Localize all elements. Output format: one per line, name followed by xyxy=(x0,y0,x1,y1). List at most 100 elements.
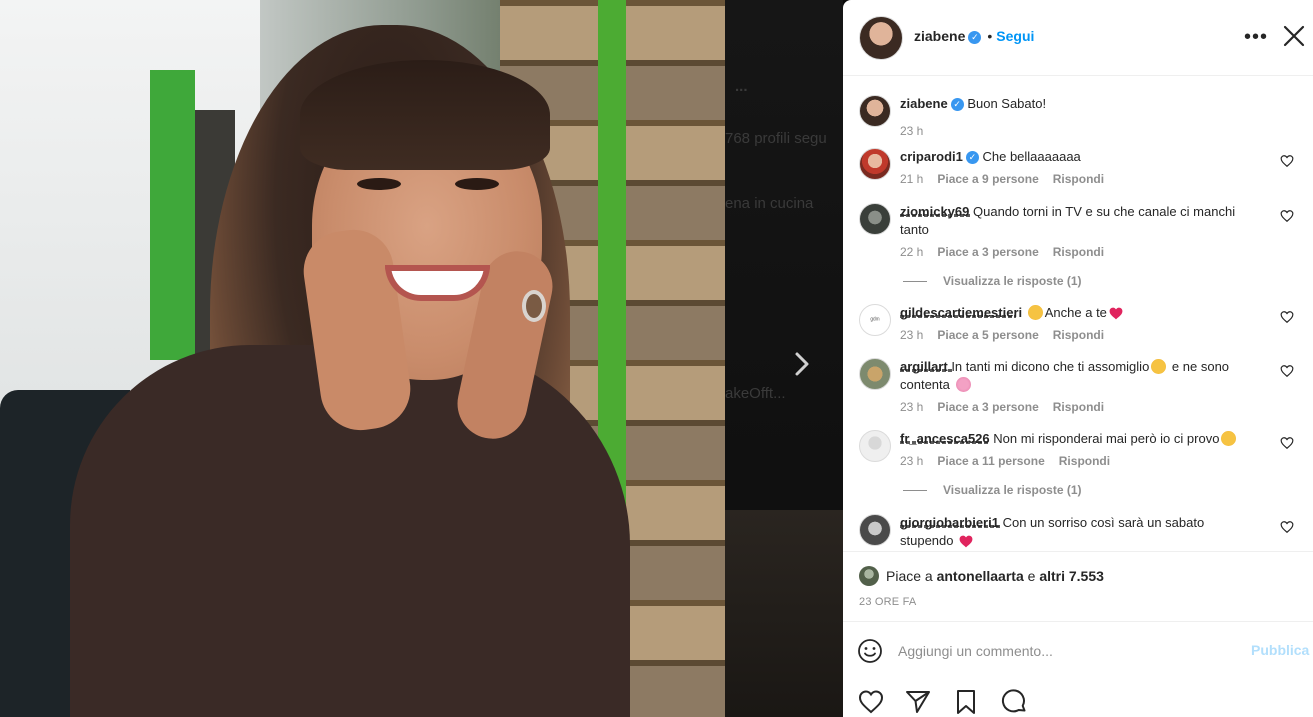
caption-avatar[interactable] xyxy=(859,95,891,127)
speech-bubble-icon[interactable] xyxy=(1000,688,1028,716)
comment-like-heart-icon[interactable] xyxy=(1280,520,1294,534)
comment-likes[interactable]: Piace a 11 persone xyxy=(937,454,1044,468)
separator-dot: • xyxy=(987,28,993,44)
heart-eyes-emoji-icon xyxy=(1151,359,1167,374)
comment-like-heart-icon[interactable] xyxy=(1280,364,1294,378)
ghost-follows-text: 768 profili segu xyxy=(725,130,827,147)
comment-likes[interactable]: Piace a 9 persone xyxy=(937,172,1038,186)
flower-emoji-icon xyxy=(955,377,971,392)
comment-avatar[interactable]: ᵍᵈᵐ xyxy=(859,304,891,336)
comment-username[interactable]: fr_ancesca526 xyxy=(900,431,990,446)
comment-like-heart-icon[interactable] xyxy=(1280,154,1294,168)
comment-time: 21 h xyxy=(900,172,924,186)
comment-text: criparodi1 ✓ Che bellaaaaaaa xyxy=(900,148,1260,166)
comment-meta: 23 h Piace a 5 persone Rispondi xyxy=(900,328,1118,342)
follow-button[interactable]: Segui xyxy=(996,28,1034,44)
gdm-logo-icon: ᵍᵈᵐ xyxy=(870,316,880,324)
comment-avatar[interactable] xyxy=(859,148,891,180)
verified-badge-icon: ✓ xyxy=(950,98,964,111)
comment-time: 23 h xyxy=(900,400,924,414)
chevron-right-icon xyxy=(795,352,809,376)
dimmed-background-page[interactable]: ... 768 profili segu ena in cucina akeOf… xyxy=(725,0,843,717)
comment-likes[interactable]: Piace a 5 persone xyxy=(937,328,1038,342)
emoji-smile-icon[interactable] xyxy=(857,638,883,664)
author-avatar[interactable] xyxy=(859,16,903,60)
comment-meta: 23 h Piace a 11 persone Rispondi xyxy=(900,454,1124,468)
paper-plane-icon[interactable] xyxy=(904,688,932,716)
comment-avatar[interactable] xyxy=(859,358,891,390)
reply-button[interactable]: Rispondi xyxy=(1059,454,1110,468)
likes-summary[interactable]: Piace a antonellaarta e altri 7.553 xyxy=(886,568,1104,584)
bookmark-icon[interactable] xyxy=(952,688,980,716)
post-actions xyxy=(843,680,1313,717)
comment-like-heart-icon[interactable] xyxy=(1280,209,1294,223)
comment-username[interactable]: criparodi1 xyxy=(900,149,963,164)
comment-like-heart-icon[interactable] xyxy=(1280,310,1294,324)
post-modal: ... 768 profili segu ena in cucina akeOf… xyxy=(0,0,1313,717)
comment-text: giorgiobarbieri1 Con un sorriso così sar… xyxy=(900,514,1260,550)
ghost-more-dots: ... xyxy=(735,78,748,95)
reply-button[interactable]: Rispondi xyxy=(1053,400,1104,414)
comment-body: In tanti mi dicono che ti assomiglio xyxy=(951,359,1150,374)
photo-green-frame xyxy=(150,70,195,360)
add-comment-bar: Pubblica xyxy=(843,621,1313,680)
liker-avatar[interactable] xyxy=(859,566,879,586)
comment-text: gildescartiemestieri Anche a te xyxy=(900,304,1260,322)
verified-badge-icon: ✓ xyxy=(965,151,979,164)
view-replies-button[interactable]: Visualizza le risposte (1) xyxy=(903,274,1082,288)
view-replies-button[interactable]: Visualizza le risposte (1) xyxy=(903,483,1082,497)
post-header: ziabene ✓ • Segui ••• xyxy=(843,0,1313,76)
comment-meta: 22 h Piace a 3 persone Rispondi xyxy=(900,245,1118,259)
post-photo[interactable] xyxy=(0,0,725,717)
reply-button[interactable]: Rispondi xyxy=(1053,245,1104,259)
red-heart-emoji-icon xyxy=(959,535,973,548)
comment-text: argillart In tanti mi dicono che ti asso… xyxy=(900,358,1260,394)
comment-time: 22 h xyxy=(900,245,924,259)
verified-badge-icon: ✓ xyxy=(968,31,982,44)
comment-username[interactable]: argillart xyxy=(900,359,948,374)
caption-body: Buon Sabato! xyxy=(967,96,1047,111)
comment-likes[interactable]: Piace a 3 persone xyxy=(937,400,1038,414)
comment-body: Anche a te xyxy=(1044,305,1107,320)
likes-section: Piace a antonellaarta e altri 7.553 23 O… xyxy=(843,551,1313,621)
likes-prefix: Piace a xyxy=(886,568,933,584)
ghost-bio-text: ena in cucina xyxy=(725,195,814,212)
comment-like-heart-icon[interactable] xyxy=(1280,436,1294,450)
comment-meta: 23 h Piace a 3 persone Rispondi xyxy=(900,400,1118,414)
heart-icon[interactable] xyxy=(857,688,885,716)
post-time-ago[interactable]: 23 ORE FA xyxy=(859,596,916,608)
caption-text: ziabene ✓ Buon Sabato! xyxy=(900,95,1260,113)
photo-eye-left xyxy=(357,178,401,190)
comments-list[interactable]: ziabene ✓ Buon Sabato! 23 h criparodi1 ✓ C… xyxy=(843,77,1313,550)
caption-username[interactable]: ziabene xyxy=(900,96,948,111)
author-username[interactable]: ziabene xyxy=(914,28,965,44)
next-post-button[interactable] xyxy=(788,350,816,378)
publish-button[interactable]: Pubblica xyxy=(1251,642,1309,658)
photo-eye-right xyxy=(455,178,499,190)
ghost-post-thumbnail xyxy=(725,510,843,717)
photo-ring xyxy=(522,290,546,322)
caption-time: 23 h xyxy=(900,124,924,138)
comment-username[interactable]: giorgiobarbieri1 xyxy=(900,515,999,530)
comment-body: Che bellaaaaaaa xyxy=(982,149,1081,164)
comment-avatar-placeholder[interactable] xyxy=(859,430,891,462)
comment-time: 23 h xyxy=(900,328,924,342)
post-side-panel: ziabene ✓ • Segui ••• ziabene ✓ Buon Sabato!… xyxy=(843,0,1313,717)
ghost-link-text: akeOfft... xyxy=(725,385,786,402)
liker-username[interactable]: antonellaarta xyxy=(937,568,1024,584)
close-icon[interactable] xyxy=(1280,22,1308,50)
photo-bangs xyxy=(300,60,550,170)
reply-button[interactable]: Rispondi xyxy=(1053,172,1104,186)
author-line: ziabene ✓ • Segui xyxy=(914,28,1034,44)
comment-avatar[interactable] xyxy=(859,514,891,546)
comment-input[interactable] xyxy=(898,640,1228,662)
comment-body: Non mi risponderai mai però io ci provo xyxy=(993,431,1220,446)
more-options-icon[interactable]: ••• xyxy=(1241,24,1271,52)
kiss-emoji-icon xyxy=(1221,431,1237,446)
comment-username[interactable]: gildescartiemestieri xyxy=(900,305,1022,320)
comment-avatar[interactable] xyxy=(859,203,891,235)
comment-username[interactable]: ziomicky69 xyxy=(900,204,969,219)
comment-likes[interactable]: Piace a 3 persone xyxy=(937,245,1038,259)
reply-button[interactable]: Rispondi xyxy=(1053,328,1104,342)
likes-others[interactable]: altri 7.553 xyxy=(1039,568,1104,584)
